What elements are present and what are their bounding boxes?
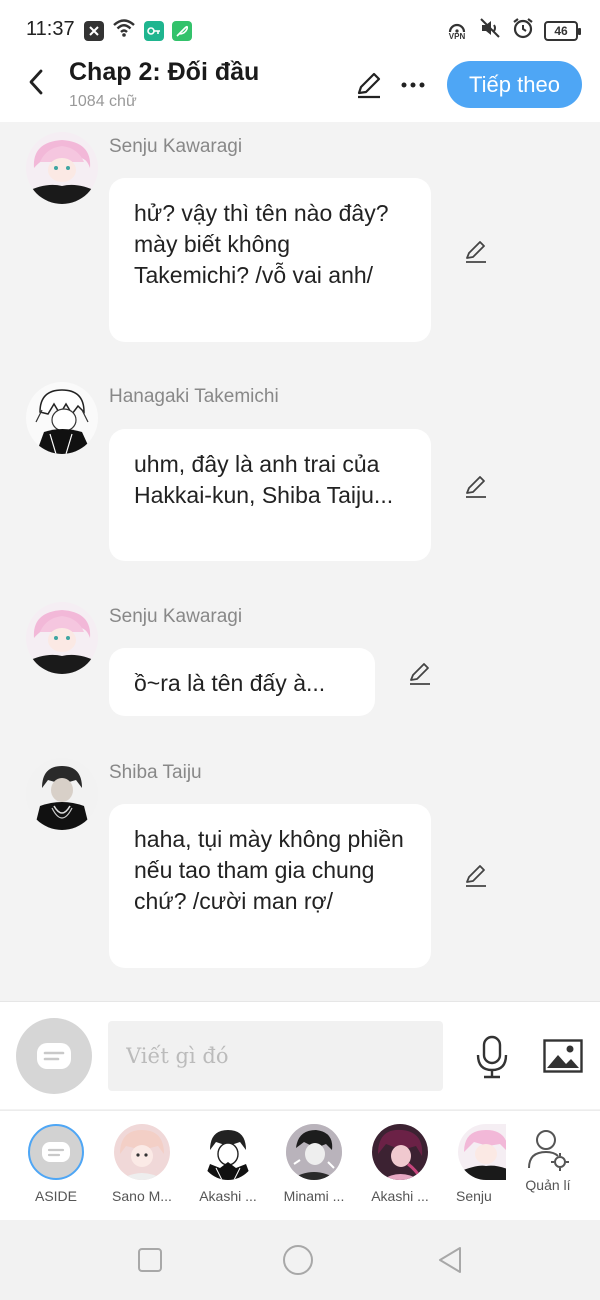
avatar[interactable] [26, 132, 98, 204]
manage-label: Quản lí [525, 1177, 571, 1193]
pencil-icon [357, 72, 381, 99]
message-input[interactable] [108, 1021, 443, 1091]
message-icon [42, 1142, 70, 1162]
manage-characters-button[interactable]: Quản lí [516, 1124, 580, 1193]
avatar [458, 1124, 506, 1180]
back-button[interactable] [18, 64, 54, 100]
more-options-button[interactable] [396, 68, 430, 102]
square-icon [138, 1248, 162, 1272]
insert-image-button[interactable] [542, 1038, 584, 1074]
alarm-icon [512, 17, 534, 44]
message-icon [37, 1043, 71, 1069]
pencil-icon [466, 241, 486, 263]
more-dots-icon [401, 82, 425, 88]
character-item[interactable]: Sano M... [102, 1124, 182, 1204]
edit-message-button[interactable] [460, 471, 492, 503]
avatar [114, 1124, 170, 1180]
character-item[interactable]: Akashi ... [360, 1124, 440, 1204]
recent-apps-button[interactable] [134, 1244, 166, 1276]
home-button[interactable] [282, 1244, 314, 1276]
character-label: ASIDE [34, 1188, 77, 1204]
battery-icon: 46 [544, 20, 581, 41]
character-label: Akashi ... [199, 1188, 257, 1204]
avatar[interactable] [26, 758, 98, 830]
character-selector: ASIDE Sano M... Akashi ... Minami ... Ak… [0, 1110, 600, 1220]
edit-chapter-button[interactable] [352, 68, 386, 102]
chat-area[interactable]: Senju Kawaragi hử? vậy thì tên nào đây? … [0, 122, 600, 1000]
character-item[interactable]: Minami ... [274, 1124, 354, 1204]
back-nav-button[interactable] [434, 1244, 466, 1276]
message-bubble[interactable]: ồ~ra là tên đấy à... [109, 648, 375, 716]
edit-message-button[interactable] [460, 236, 492, 268]
mute-icon [478, 17, 502, 44]
sender-name: Shiba Taiju [109, 762, 202, 783]
system-nav-bar [0, 1220, 600, 1300]
triangle-back-icon [439, 1247, 461, 1273]
vpn-label: VPN [448, 31, 466, 41]
feather-icon [172, 20, 192, 41]
circle-icon [283, 1245, 313, 1275]
edit-message-button[interactable] [460, 860, 492, 892]
chapter-header: Chap 2: Đối đầu 1084 chữ Tiếp theo [0, 50, 600, 122]
avatar [200, 1124, 256, 1180]
avatar[interactable] [26, 602, 98, 674]
sender-name: Senju Kawaragi [109, 136, 243, 157]
voice-input-button[interactable] [472, 1034, 512, 1080]
character-label: Akashi ... [371, 1188, 429, 1204]
next-chapter-button[interactable]: Tiếp theo [447, 61, 582, 108]
character-label: Sano M... [112, 1188, 172, 1204]
pencil-icon [410, 663, 430, 685]
pencil-icon [466, 476, 486, 498]
sender-name: Hanagaki Takemichi [109, 386, 279, 407]
message-bubble[interactable]: hử? vậy thì tên nào đây? mày biết không … [109, 178, 431, 342]
aside-toggle-button[interactable] [16, 1018, 92, 1094]
message-input-bar [0, 1001, 600, 1109]
character-label: Senju [456, 1188, 492, 1204]
image-icon [543, 1039, 583, 1073]
avatar [372, 1124, 428, 1180]
avatar [286, 1124, 342, 1180]
key-icon [144, 20, 164, 41]
vpn-icon: VPN [446, 21, 468, 41]
microphone-icon [476, 1035, 508, 1079]
message-bubble[interactable]: haha, tụi mày không phiền nếu tao tham g… [109, 804, 431, 968]
avatar [28, 1124, 84, 1180]
user-settings-icon [528, 1130, 569, 1171]
edit-message-button[interactable] [404, 658, 436, 690]
avatar[interactable] [26, 382, 98, 454]
status-time: 11:37 [26, 18, 75, 40]
character-item[interactable]: Senju [446, 1124, 506, 1204]
message-bubble[interactable]: uhm, đây là anh trai của Hakkai-kun, Shi… [109, 429, 431, 561]
word-count: 1084 chữ [69, 93, 137, 110]
wifi-icon [112, 18, 136, 43]
pencil-icon [466, 865, 486, 887]
chevron-left-icon [29, 69, 43, 95]
chapter-title: Chap 2: Đối đầu [69, 58, 260, 86]
character-aside[interactable]: ASIDE [16, 1124, 96, 1204]
character-label: Minami ... [283, 1188, 345, 1204]
close-box-icon [84, 20, 104, 41]
sender-name: Senju Kawaragi [109, 606, 243, 627]
character-item[interactable]: Akashi ... [188, 1124, 268, 1204]
